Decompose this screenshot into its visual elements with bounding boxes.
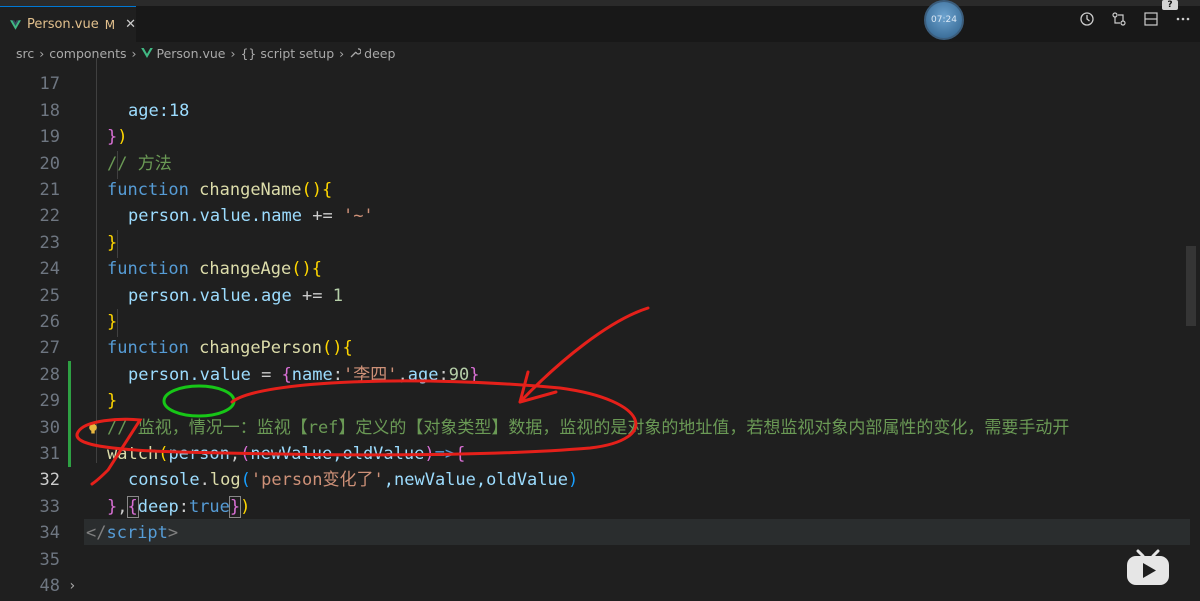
tab-label: Person.vue: [26, 17, 99, 32]
code-line-34: 34: [0, 494, 1190, 543]
code-line-32: 32 },{deep:true}): [0, 441, 1190, 518]
editor-toolbar: [1078, 10, 1192, 28]
code-line-31: 31 console.log('person变化了',newValue,oldV…: [0, 415, 1190, 490]
code-line-30: 30 watch(person,(newValue,oldValue)=>{: [0, 388, 1190, 464]
code-line-24: 24 person.value.age += 1: [0, 230, 1190, 305]
editor-tab-bar: Person.vue M ✕ 07:24 ?: [0, 0, 1200, 43]
code-line-29: 29 // 监视，情况一：监视【ref】定义的【对象类型】数据，监视的是对象的地…: [0, 362, 1190, 437]
code-line-21: 21 person.value.name += '~': [0, 151, 1190, 226]
code-line-26: 26 function changePerson(){: [0, 283, 1190, 358]
code-line-23: 23 function changeAge(){: [0, 203, 1190, 279]
code-line-33: 33 </script>: [0, 467, 1190, 543]
timeline-icon[interactable]: [1078, 10, 1096, 28]
code-line-27: 27 person.value = {name:'李四',age:90}: [0, 309, 1190, 384]
code-line-22: 22 }: [0, 177, 1190, 252]
code-line-25: 25 }: [0, 256, 1190, 332]
close-icon[interactable]: ✕: [125, 17, 136, 32]
code-line-20: 20 function changeName(){: [0, 124, 1190, 200]
code-editor[interactable]: 17 age:18 18 }) 19 // 方法 20 function cha…: [0, 58, 1200, 601]
compare-changes-icon[interactable]: [1110, 10, 1128, 28]
help-icon: ?: [1162, 0, 1178, 10]
code-line-18: 18 }): [0, 71, 1190, 147]
split-editor-icon[interactable]: [1142, 10, 1160, 28]
scrollbar-thumb[interactable]: [1186, 246, 1196, 326]
title-strip: [0, 0, 1200, 6]
code-line-48: 48 </style>: [0, 547, 1190, 596]
line-number: 48: [39, 576, 60, 596]
code-line-28: 28 }: [0, 335, 1190, 411]
chevron-right-icon[interactable]: ›: [68, 573, 76, 599]
code-line-35: 35 › <style scoped>···: [0, 520, 1190, 594]
vue-file-icon: [10, 19, 21, 30]
avatar: 07:24: [924, 0, 964, 40]
code-line-19: 19 // 方法: [0, 98, 1190, 173]
modified-indicator: M: [104, 17, 116, 32]
code-line-17: 17 age:18: [0, 58, 1190, 120]
tab-person-vue[interactable]: Person.vue M ✕: [0, 6, 136, 42]
vertical-scrollbar[interactable]: [1186, 64, 1196, 484]
bilibili-logo-icon: [1127, 549, 1169, 585]
vue-file-icon: [141, 48, 154, 58]
more-actions-icon[interactable]: [1174, 10, 1192, 28]
